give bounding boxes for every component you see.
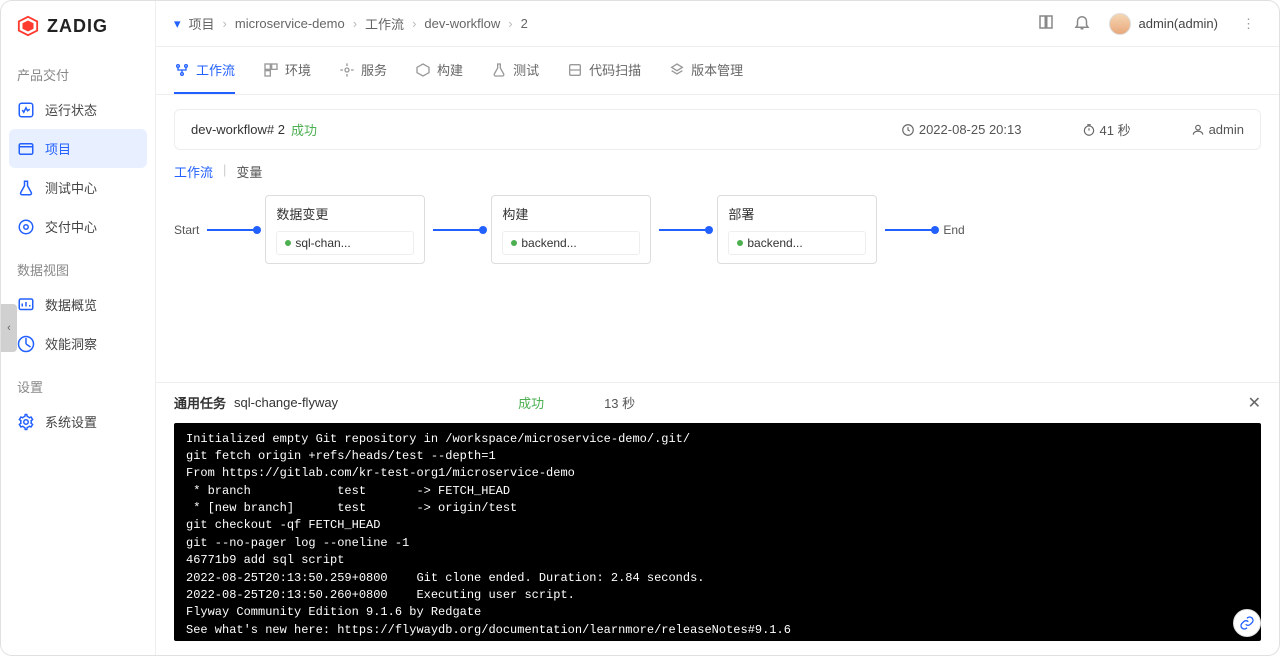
sidebar-item-delivery-center[interactable]: 交付中心 [1, 207, 155, 246]
sidebar-item-system-settings[interactable]: 系统设置 [1, 402, 155, 441]
task-panel: 通用任务 sql-change-flyway 成功 13 秒 ✕ Initial… [156, 382, 1279, 656]
logo-icon [17, 15, 39, 37]
delivery-icon [17, 218, 35, 236]
scan-icon [567, 62, 583, 78]
run-creator: admin [1191, 122, 1244, 137]
sidebar-item-insight[interactable]: 效能洞察 [1, 324, 155, 363]
sidebar-item-label: 运行状态 [45, 100, 97, 119]
docs-icon[interactable] [1037, 13, 1055, 34]
tab-build[interactable]: 构建 [415, 47, 463, 94]
sidebar-item-label: 测试中心 [45, 178, 97, 197]
tab-workflow[interactable]: 工作流 [174, 47, 235, 94]
breadcrumb-item[interactable]: microservice-demo [235, 16, 345, 31]
brand-text: ZADIG [47, 16, 108, 37]
side-section-delivery: 产品交付 运行状态 项目 测试中心 交付中心 [1, 51, 155, 246]
insight-icon [17, 335, 35, 353]
tab-scan[interactable]: 代码扫描 [567, 47, 641, 94]
project-icon [17, 140, 35, 158]
pipeline-end: End [943, 223, 964, 237]
task-type-label: 通用任务 [174, 393, 226, 412]
stage-item[interactable]: backend... [502, 231, 640, 255]
breadcrumb: ▾ 项目› microservice-demo› 工作流› dev-workfl… [174, 14, 528, 33]
sidebar-item-status[interactable]: 运行状态 [1, 90, 155, 129]
activity-icon [17, 101, 35, 119]
build-icon [415, 62, 431, 78]
side-section-data: 数据视图 数据概览 效能洞察 [1, 246, 155, 363]
tab-version[interactable]: 版本管理 [669, 47, 743, 94]
sidebar-item-data-overview[interactable]: 数据概览 [1, 285, 155, 324]
workflow-run-name: dev-workflow# 2 [191, 122, 285, 137]
stage-deploy[interactable]: 部署 backend... [717, 195, 877, 264]
subtabs: 工作流 | 变量 [174, 150, 1261, 189]
pipeline-start: Start [174, 223, 199, 237]
stage-item[interactable]: sql-chan... [276, 231, 414, 255]
flask-icon [17, 179, 35, 197]
tabs: 工作流 环境 服务 构建 测试 代码扫描 版本管理 [156, 47, 1279, 95]
sidebar: ZADIG 产品交付 运行状态 项目 测试中心 交付中心 数据视图 [1, 1, 156, 655]
gear-icon [17, 413, 35, 431]
task-duration: 13 秒 [604, 393, 635, 412]
version-icon [669, 62, 685, 78]
close-icon[interactable]: ✕ [1248, 393, 1261, 413]
breadcrumb-item: 2 [521, 16, 528, 31]
status-badge: 成功 [291, 120, 317, 139]
breadcrumb-item[interactable]: 工作流 [365, 14, 404, 33]
pipeline-connector [885, 229, 935, 231]
tab-test[interactable]: 测试 [491, 47, 539, 94]
side-section-title: 设置 [1, 363, 155, 402]
link-icon [1239, 615, 1255, 631]
sidebar-item-test-center[interactable]: 测试中心 [1, 168, 155, 207]
sidebar-item-label: 项目 [45, 139, 71, 158]
task-header: 通用任务 sql-change-flyway 成功 13 秒 ✕ [156, 383, 1279, 423]
sidebar-item-label: 效能洞察 [45, 334, 97, 353]
run-timestamp: 2022-08-25 20:13 [901, 122, 1022, 137]
bell-icon[interactable] [1073, 13, 1091, 34]
avatar [1109, 13, 1131, 35]
status-dot-icon [737, 240, 743, 246]
user-name: admin(admin) [1139, 16, 1218, 31]
console-log[interactable]: Initialized empty Git repository in /wor… [174, 423, 1261, 642]
pipeline-connector [433, 229, 483, 231]
workflow-icon [174, 62, 190, 78]
user-menu[interactable]: admin(admin) [1109, 13, 1218, 35]
sidebar-item-label: 系统设置 [45, 412, 97, 431]
stage-build[interactable]: 构建 backend... [491, 195, 651, 264]
sidebar-collapse-handle[interactable]: ‹ [1, 304, 17, 352]
chevron-down-icon[interactable]: ▾ [174, 16, 181, 32]
status-dot-icon [285, 240, 291, 246]
tab-service[interactable]: 服务 [339, 47, 387, 94]
stage-data-change[interactable]: 数据变更 sql-chan... [265, 195, 425, 264]
task-status: 成功 [518, 393, 544, 412]
breadcrumb-item[interactable]: 项目 [189, 14, 215, 33]
topbar: ▾ 项目› microservice-demo› 工作流› dev-workfl… [156, 1, 1279, 47]
summary-card: dev-workflow# 2 成功 2022-08-25 20:13 41 秒… [174, 109, 1261, 150]
sidebar-item-label: 交付中心 [45, 217, 97, 236]
side-section-title: 数据视图 [1, 246, 155, 285]
side-section-settings: 设置 系统设置 [1, 363, 155, 441]
tab-env[interactable]: 环境 [263, 47, 311, 94]
subtab-workflow[interactable]: 工作流 [174, 162, 213, 181]
run-duration: 41 秒 [1082, 120, 1131, 139]
status-dot-icon [511, 240, 517, 246]
pipeline-connector [207, 229, 257, 231]
kebab-icon[interactable]: ⋮ [1236, 16, 1261, 32]
subtab-vars[interactable]: 变量 [236, 162, 262, 181]
test-icon [491, 62, 507, 78]
sidebar-item-label: 数据概览 [45, 295, 97, 314]
side-section-title: 产品交付 [1, 51, 155, 90]
task-name: sql-change-flyway [234, 395, 338, 410]
link-fab[interactable] [1233, 609, 1261, 637]
breadcrumb-item[interactable]: dev-workflow [424, 16, 500, 31]
top-icons: admin(admin) ⋮ [1037, 13, 1261, 35]
content: dev-workflow# 2 成功 2022-08-25 20:13 41 秒… [156, 95, 1279, 382]
pipeline: Start 数据变更 sql-chan... 构建 backend... 部署 … [174, 189, 1261, 276]
pipeline-connector [659, 229, 709, 231]
sidebar-item-project[interactable]: 项目 [9, 129, 147, 168]
env-icon [263, 62, 279, 78]
service-icon [339, 62, 355, 78]
overview-icon [17, 296, 35, 314]
logo[interactable]: ZADIG [1, 1, 155, 51]
main: ▾ 项目› microservice-demo› 工作流› dev-workfl… [156, 1, 1279, 655]
stage-item[interactable]: backend... [728, 231, 866, 255]
